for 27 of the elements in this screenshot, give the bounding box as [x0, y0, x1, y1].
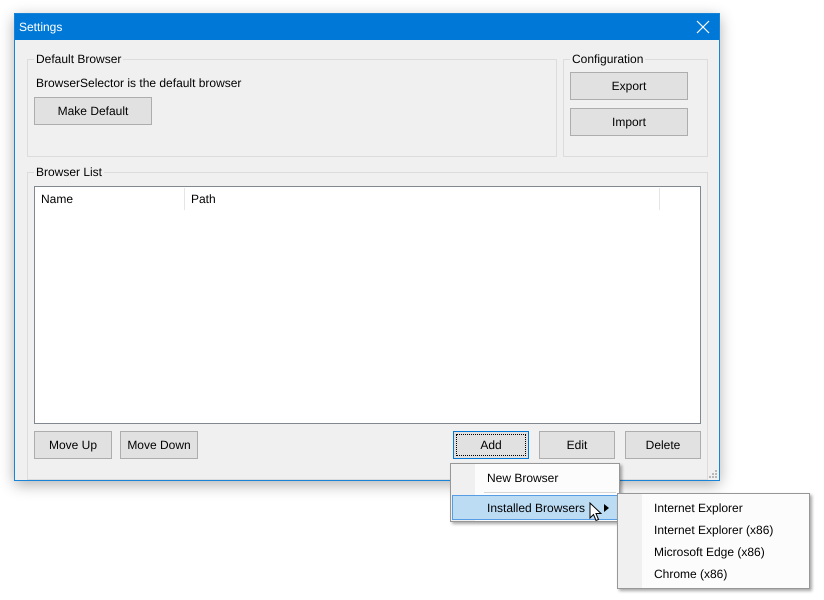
- window-title: Settings: [19, 20, 62, 34]
- menu-item[interactable]: Chrome (x86): [619, 563, 808, 585]
- list-button[interactable]: Delete: [625, 431, 701, 459]
- group-title: Browser List: [35, 165, 104, 179]
- menu-item[interactable]: Internet Explorer (x86): [619, 519, 808, 541]
- browser-list[interactable]: Name Path: [34, 186, 701, 424]
- list-button[interactable]: Edit: [539, 431, 615, 459]
- menu-item[interactable]: Microsoft Edge (x86): [619, 541, 808, 563]
- close-button[interactable]: [695, 19, 711, 35]
- menu-item[interactable]: Installed Browsers: [452, 495, 618, 520]
- group-title: Default Browser: [35, 52, 122, 66]
- config-button[interactable]: Import: [570, 108, 688, 136]
- close-icon: [696, 20, 710, 34]
- group-title: Configuration: [571, 52, 644, 66]
- menu-item[interactable]: New Browser: [452, 465, 618, 490]
- resize-grip-icon[interactable]: [707, 468, 717, 478]
- submenu-arrow-icon: [604, 504, 609, 512]
- make-default-button[interactable]: Make Default: [34, 97, 152, 125]
- column-header[interactable]: Name: [35, 188, 185, 210]
- mouse-cursor-icon: [589, 502, 602, 522]
- config-button[interactable]: Export: [570, 72, 688, 100]
- menu-item[interactable]: Internet Explorer: [619, 497, 808, 519]
- status-text: BrowserSelector is the default browser: [35, 76, 242, 90]
- column-header[interactable]: Path: [185, 188, 660, 210]
- list-button[interactable]: Add: [453, 431, 529, 459]
- list-button[interactable]: Move Down: [120, 431, 198, 459]
- list-button[interactable]: Move Up: [34, 431, 112, 459]
